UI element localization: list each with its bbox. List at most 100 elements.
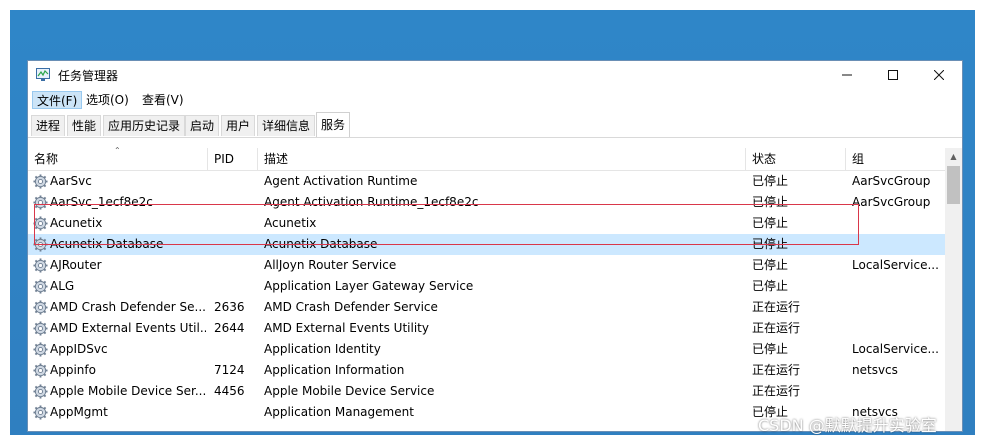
service-name: AppIDSvc (50, 342, 108, 356)
service-group (852, 297, 944, 318)
minimize-icon (842, 74, 852, 76)
table-row[interactable]: AMD External Events Util... 2644 AMD Exter… (28, 318, 946, 339)
service-status: 正在运行 (752, 321, 801, 335)
service-pid (214, 402, 258, 423)
table-row[interactable]: Apple Mobile Device Ser... 4456 Apple Mobi… (28, 381, 946, 402)
gear-icon (33, 258, 48, 273)
tab-processes[interactable]: 进程 (31, 115, 66, 136)
col-group[interactable]: 组 (846, 148, 946, 170)
service-name: ALG (50, 279, 75, 293)
maximize-button[interactable] (870, 61, 916, 89)
service-name: AMD External Events Util... (50, 321, 206, 335)
service-name: Acunetix Database (50, 237, 164, 251)
service-status: 已停止 (752, 258, 789, 272)
service-status: 正在运行 (752, 363, 801, 377)
service-description: Application Identity (264, 342, 381, 356)
title-bar[interactable]: 任务管理器 (28, 61, 962, 89)
service-description: Application Information (264, 363, 405, 377)
service-name: AJRouter (50, 258, 102, 272)
vertical-scrollbar[interactable]: ▲ (945, 148, 962, 431)
gear-icon (33, 384, 48, 399)
service-status: 已停止 (752, 237, 789, 251)
service-group (852, 381, 944, 402)
service-pid: 4456 (214, 384, 245, 398)
service-description: Apple Mobile Device Service (264, 384, 435, 398)
table-row[interactable]: AJRouter AllJoyn Router Service 已停止 LocalSe… (28, 255, 946, 276)
tab-app-history[interactable]: 应用历史记录 (103, 115, 186, 136)
service-description: AllJoyn Router Service (264, 258, 397, 272)
service-pid (214, 339, 258, 360)
gear-icon (33, 363, 48, 378)
service-name: AarSvc_1ecf8e2c (50, 195, 153, 209)
tab-users[interactable]: 用户 (221, 115, 256, 136)
service-description: Application Layer Gateway Service (264, 279, 474, 293)
tab-performance[interactable]: 性能 (67, 115, 102, 136)
service-description: AMD External Events Utility (264, 321, 429, 335)
gear-icon (33, 174, 48, 189)
service-pid (214, 234, 258, 255)
scroll-up-icon[interactable]: ▲ (945, 148, 962, 165)
services-list: 名称 ⌃ PID 描述 状态 组 AarSvc Agent Activation … (28, 138, 962, 431)
table-row[interactable]: AarSvc Agent Activation Runtime 已停止 AarSvcG… (28, 171, 946, 192)
service-status: 已停止 (752, 279, 789, 293)
tab-services[interactable]: 服务 (316, 112, 351, 137)
service-description: Agent Activation Runtime_1ecf8e2c (264, 195, 479, 209)
service-group (852, 318, 944, 339)
service-pid: 2636 (214, 300, 245, 314)
service-name: Apple Mobile Device Ser... (50, 384, 206, 398)
service-name: Appinfo (50, 363, 96, 377)
service-name: AMD Crash Defender Se... (50, 300, 206, 314)
service-pid: 2644 (214, 321, 245, 335)
maximize-icon (888, 70, 898, 80)
service-group (852, 213, 944, 234)
window-title: 任务管理器 (58, 69, 119, 83)
service-group: AarSvcGroup (852, 195, 931, 209)
service-description: Agent Activation Runtime (264, 174, 418, 188)
tab-details[interactable]: 详细信息 (257, 115, 316, 136)
menu-bar: 文件(F) 选项(O) 查看(V) (28, 90, 962, 110)
column-header: 名称 ⌃ PID 描述 状态 组 (28, 146, 946, 171)
col-status[interactable]: 状态 (746, 148, 846, 170)
table-row[interactable]: AMD Crash Defender Se... 2636 AMD Crash De… (28, 297, 946, 318)
service-pid (214, 171, 258, 192)
service-pid (214, 255, 258, 276)
table-row[interactable]: Appinfo 7124 Application Information 正在运行 ne… (28, 360, 946, 381)
service-group (852, 234, 944, 255)
watermark: CSDN @默默提升实验室 (758, 416, 937, 435)
service-status: 已停止 (752, 174, 789, 188)
tab-startup[interactable]: 启动 (185, 115, 220, 136)
service-group: LocalService... (852, 258, 939, 272)
close-button[interactable] (916, 61, 962, 89)
tab-bar: 进程 性能 应用历史记录 启动 用户 详细信息 服务 (28, 111, 962, 138)
menu-options[interactable]: 选项(O) (82, 91, 133, 109)
service-status: 已停止 (752, 195, 789, 209)
service-description: Application Management (264, 405, 414, 419)
service-description: Acunetix (264, 216, 317, 230)
service-group (852, 276, 944, 297)
gear-icon (33, 195, 48, 210)
gear-icon (33, 342, 48, 357)
minimize-button[interactable] (824, 61, 870, 89)
service-description: Acunetix Database (264, 237, 378, 251)
table-row[interactable]: AppIDSvc Application Identity 已停止 LocalServ… (28, 339, 946, 360)
scroll-thumb[interactable] (947, 166, 960, 204)
col-description[interactable]: 描述 (258, 148, 746, 170)
task-manager-window: 任务管理器 文件(F) 选项(O) 查看(V) 进程 性能 应用历史记录 启动 … (27, 60, 963, 432)
menu-file[interactable]: 文件(F) (32, 91, 83, 109)
gear-icon (33, 321, 48, 336)
table-row[interactable]: AarSvc_1ecf8e2c Agent Activation Runtime_… (28, 192, 946, 213)
service-group: AarSvcGroup (852, 174, 931, 188)
service-name: AarSvc (50, 174, 92, 188)
table-row[interactable]: ALG Application Layer Gateway Service 已停止 (28, 276, 946, 297)
service-status: 正在运行 (752, 384, 801, 398)
service-pid (214, 276, 258, 297)
table-row[interactable]: Acunetix Acunetix 已停止 (28, 213, 946, 234)
menu-view[interactable]: 查看(V) (138, 91, 188, 109)
service-status: 正在运行 (752, 300, 801, 314)
sort-ascending-icon: ⌃ (114, 146, 121, 155)
gear-icon (33, 237, 48, 252)
col-pid[interactable]: PID (208, 148, 258, 170)
service-group: netsvcs (852, 363, 898, 377)
gear-icon (33, 216, 48, 231)
table-row[interactable]: Acunetix Database Acunetix Database 已停止 (28, 234, 946, 255)
